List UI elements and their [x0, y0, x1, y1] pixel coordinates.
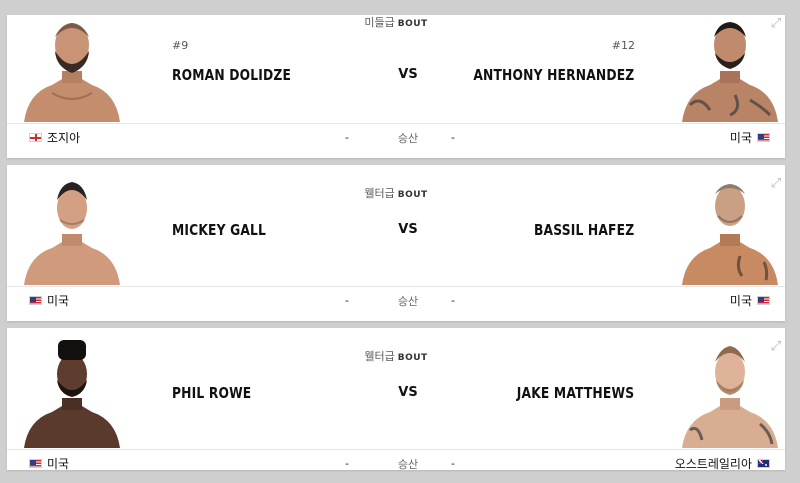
country-name-blue: 미국 — [729, 131, 752, 145]
us-flag-icon — [29, 296, 42, 305]
odds-red: - — [345, 457, 349, 470]
weight-class: 웰터급 — [364, 187, 395, 200]
fighter-photo-blue[interactable] — [680, 176, 780, 285]
bout-tag: BOUT — [397, 19, 428, 29]
fighter-photo-red[interactable] — [22, 340, 122, 448]
fighter-rank-red: #9 — [172, 39, 189, 52]
fighter-name-blue[interactable]: JAKE MATTHEWS — [517, 384, 634, 402]
fighter-photo-blue[interactable] — [680, 15, 780, 122]
country-blue: 오스트레일리아 — [675, 455, 775, 470]
bout-tag: BOUT — [397, 190, 428, 200]
fighter-photo-red[interactable] — [22, 15, 122, 122]
odds-red: - — [345, 131, 349, 144]
country-red: 조지아 — [24, 129, 80, 146]
fighter-rank-blue: #12 — [611, 39, 635, 52]
odds-red: - — [345, 294, 349, 307]
result-label: 승산 — [397, 458, 419, 470]
country-red: 미국 — [24, 292, 69, 309]
country-name-red: 조지아 — [47, 131, 81, 145]
fighter-name-blue[interactable]: BASSIL HAFEZ — [534, 221, 634, 239]
result-label: 승산 — [397, 295, 419, 308]
fighter-name-red[interactable]: ROMAN DOLIDZE — [172, 66, 291, 84]
fight-card-2[interactable]: 웰터급 BOUT MICKEY GALL VS BASSIL HAFEZ ⤢ 미국… — [7, 165, 785, 321]
georgia-flag-icon — [29, 133, 42, 142]
fighter-name-blue[interactable]: ANTHONY HERNANDEZ — [473, 66, 634, 84]
country-blue: 미국 — [730, 129, 775, 146]
expand-icon[interactable]: ⤢ — [769, 340, 783, 354]
weight-class: 미들급 — [364, 16, 395, 29]
bout-header: 미들급 BOUT — [7, 15, 785, 30]
vs-label: VS — [398, 67, 418, 82]
country-name-red: 미국 — [47, 457, 70, 470]
fight-card-1[interactable]: 미들급 BOUT #9 ROMAN DOLIDZE VS #12 ANTHONY … — [7, 15, 785, 158]
vs-label: VS — [398, 385, 418, 400]
result-label: 승산 — [397, 132, 419, 145]
fight-card-3[interactable]: 웰터급 BOUT PHIL ROWE VS JAKE MATTHEWS ⤢ 미국 … — [7, 328, 785, 470]
card-divider — [7, 286, 785, 287]
country-name-red: 미국 — [47, 294, 70, 308]
card-divider — [7, 449, 785, 450]
us-flag-icon — [757, 133, 770, 142]
odds-blue: - — [451, 457, 455, 470]
fighter-name-red[interactable]: PHIL ROWE — [172, 384, 251, 402]
card-divider — [7, 123, 785, 124]
bout-header: 웰터급 BOUT — [7, 348, 785, 364]
expand-icon[interactable]: ⤢ — [769, 177, 783, 191]
australia-flag-icon — [757, 459, 770, 468]
bout-tag: BOUT — [397, 353, 428, 363]
odds-blue: - — [451, 131, 455, 144]
us-flag-icon — [757, 296, 770, 305]
country-red: 미국 — [24, 455, 69, 470]
vs-label: VS — [398, 222, 418, 237]
expand-icon[interactable]: ⤢ — [769, 17, 783, 31]
country-blue: 미국 — [730, 292, 775, 309]
weight-class: 웰터급 — [364, 350, 395, 363]
country-name-blue: 미국 — [729, 294, 752, 308]
fighter-name-red[interactable]: MICKEY GALL — [172, 221, 266, 239]
us-flag-icon — [29, 459, 42, 468]
odds-blue: - — [451, 294, 455, 307]
country-name-blue: 오스트레일리아 — [674, 457, 752, 470]
fighter-photo-red[interactable] — [22, 176, 122, 285]
bout-header: 웰터급 BOUT — [7, 185, 785, 201]
fighter-photo-blue[interactable] — [680, 340, 780, 448]
